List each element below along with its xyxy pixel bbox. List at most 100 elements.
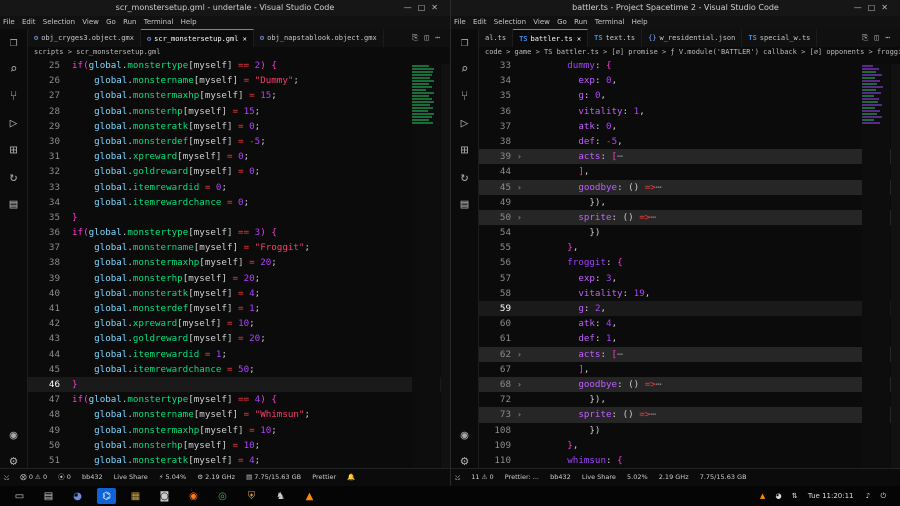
problems-status[interactable]: ⨂ 0 ⚠ 0 bbox=[20, 473, 47, 481]
explorer-icon[interactable]: ❐ bbox=[451, 29, 478, 56]
tab-text-ts[interactable]: TS text.ts bbox=[588, 29, 643, 47]
run-debug-icon[interactable]: ▷ bbox=[451, 110, 478, 137]
code-line: 56 froggit: { bbox=[499, 257, 623, 269]
run-debug-icon[interactable]: ▷ bbox=[0, 110, 27, 137]
game-icon[interactable]: ♞ bbox=[271, 488, 290, 504]
live-share-status[interactable]: Live Share bbox=[582, 473, 616, 481]
code-line: 108 }) bbox=[494, 424, 601, 436]
menu-edit[interactable]: Edit bbox=[473, 18, 487, 26]
menu-run[interactable]: Run bbox=[574, 18, 587, 26]
ports-status[interactable]: ⦿ 0 bbox=[58, 473, 71, 481]
branch-status[interactable]: bb432 bbox=[550, 473, 571, 481]
right-window-controls[interactable]: —□✕ bbox=[854, 0, 894, 16]
code-line-folded: 68 › goodbye: () =>⋯ bbox=[479, 376, 900, 393]
code-line: 55 }, bbox=[499, 242, 579, 254]
menu-file[interactable]: File bbox=[3, 18, 15, 26]
menu-edit[interactable]: Edit bbox=[22, 18, 36, 26]
code-line: 41 global.monsterdef[myself] = 1; bbox=[48, 303, 261, 314]
menu-view[interactable]: View bbox=[533, 18, 550, 26]
right-breadcrumb[interactable]: code > game > TS battler.ts > [∅] promis… bbox=[479, 47, 900, 58]
left-menu-bar: File Edit Selection View Go Run Terminal… bbox=[0, 16, 450, 29]
memory-status: ▤ 7.75/15.63 GB bbox=[246, 473, 302, 481]
tab-special-w-ts[interactable]: TS special_w.ts bbox=[742, 29, 818, 47]
menu-help[interactable]: Help bbox=[181, 18, 197, 26]
extensions-icon[interactable]: ⊞ bbox=[0, 137, 27, 164]
menu-run[interactable]: Run bbox=[123, 18, 136, 26]
right-scrollbar[interactable] bbox=[891, 64, 900, 469]
network-icon[interactable]: ⇅ bbox=[792, 492, 802, 500]
search-icon[interactable]: ⌕ bbox=[451, 56, 478, 83]
menu-selection[interactable]: Selection bbox=[43, 18, 75, 26]
book-icon[interactable]: ▤ bbox=[0, 191, 27, 218]
menu-terminal[interactable]: Terminal bbox=[595, 18, 625, 26]
source-control-icon[interactable]: ⑂ bbox=[451, 83, 478, 110]
remote-icon[interactable]: ⤩ bbox=[455, 473, 460, 481]
cpu-status: 5.02% bbox=[627, 473, 648, 481]
volume-icon[interactable]: ♪ bbox=[866, 492, 874, 500]
left-window-controls[interactable]: —□✕ bbox=[404, 0, 444, 16]
left-breadcrumb[interactable]: scripts > scr_monstersetup.gml bbox=[28, 47, 450, 58]
menu-go[interactable]: Go bbox=[557, 18, 567, 26]
live-share-icon[interactable]: ↻ bbox=[0, 164, 27, 191]
clock[interactable]: Tue 11:20:11 bbox=[808, 492, 854, 500]
menu-view[interactable]: View bbox=[82, 18, 99, 26]
code-line: 48 global.monstername[myself] = "Whimsun… bbox=[48, 409, 310, 421]
power-icon[interactable]: ⏻ bbox=[880, 492, 890, 500]
book-icon[interactable]: ▤ bbox=[451, 191, 478, 218]
vscode-icon[interactable]: ⌬ bbox=[97, 488, 116, 504]
code-line: 51 global.monsteratk[myself] = 4; bbox=[48, 454, 261, 466]
menu-go[interactable]: Go bbox=[106, 18, 116, 26]
live-share-status[interactable]: Live Share bbox=[114, 473, 148, 481]
live-share-icon[interactable]: ↻ bbox=[451, 164, 478, 191]
menu-file[interactable]: File bbox=[454, 18, 466, 26]
tab-al-ts[interactable]: al.ts bbox=[479, 29, 514, 47]
code-line: 40 global.monsteratk[myself] = 4; bbox=[48, 287, 261, 299]
problems-status[interactable]: 11 ⚠ 0 bbox=[471, 473, 493, 481]
menu-terminal[interactable]: Terminal bbox=[144, 18, 174, 26]
code-line: 35} bbox=[48, 211, 78, 223]
left-scrollbar[interactable] bbox=[441, 64, 450, 469]
code-line: 38 global.monstermaxhp[myself] = 20; bbox=[48, 257, 277, 269]
source-control-icon[interactable]: ⑂ bbox=[0, 83, 27, 110]
files-icon[interactable]: ▤ bbox=[39, 488, 58, 504]
tab-obj-cryges3[interactable]: ⚙ obj_cryges3.object.gmx bbox=[28, 29, 141, 47]
account-icon[interactable]: ◉ bbox=[451, 422, 478, 449]
menu-help[interactable]: Help bbox=[632, 18, 648, 26]
editor-actions[interactable]: ⎘◫⋯ bbox=[407, 29, 446, 47]
remote-icon[interactable]: ⤩ bbox=[4, 473, 9, 481]
archive-icon[interactable]: ▦ bbox=[126, 488, 145, 504]
discord-tray-icon[interactable]: ◕ bbox=[775, 492, 785, 500]
code-line-folded: 45 › goodbye: () =>⋯ bbox=[479, 179, 900, 195]
tab-w-residential-json[interactable]: {} w_residential.json bbox=[642, 29, 743, 47]
tab-scr-monstersetup[interactable]: ⚙ scr_monstersetup.gml ✕ bbox=[140, 29, 254, 47]
code-line: 60 atk: 4, bbox=[499, 318, 618, 330]
vlc-tray-icon[interactable]: ▲ bbox=[760, 492, 769, 500]
explorer-icon[interactable]: ❐ bbox=[0, 29, 27, 56]
firefox-icon[interactable]: ◉ bbox=[184, 488, 203, 504]
code-line: 32 global.goldreward[myself] = 0; bbox=[48, 166, 261, 178]
extensions-icon[interactable]: ⊞ bbox=[451, 137, 478, 164]
right-minimap[interactable] bbox=[862, 64, 890, 469]
prettier-status[interactable]: Prettier: ... bbox=[505, 473, 539, 481]
editor-actions[interactable]: ⎘◫⋯ bbox=[857, 29, 896, 47]
app-icon[interactable]: ◙ bbox=[155, 488, 174, 504]
menu-selection[interactable]: Selection bbox=[494, 18, 526, 26]
right-code-area[interactable]: 33 dummy: { 34 exp: 0, 35 g: 0, 36 vital… bbox=[479, 58, 900, 469]
chrome-icon[interactable]: ◎ bbox=[213, 488, 232, 504]
tab-obj-napstablook[interactable]: ⚙ obj_napstablook.object.gmx bbox=[254, 29, 384, 47]
account-icon[interactable]: ◉ bbox=[0, 422, 27, 449]
discord-icon[interactable]: ◕ bbox=[68, 488, 87, 504]
left-minimap[interactable] bbox=[412, 64, 440, 469]
terminal-icon[interactable]: ▭ bbox=[10, 488, 29, 504]
shield-app-icon[interactable]: ⛨ bbox=[242, 488, 261, 504]
code-line: 44 ], bbox=[499, 166, 590, 178]
tab-battler-ts[interactable]: TS battler.ts ✕ bbox=[513, 29, 589, 47]
branch-status[interactable]: bb432 bbox=[82, 473, 103, 481]
code-line: 33 dummy: { bbox=[499, 60, 612, 71]
search-icon[interactable]: ⌕ bbox=[0, 56, 27, 83]
left-code-area[interactable]: 25 if(global.monstertype[myself] == 2) { … bbox=[28, 58, 450, 469]
notification-icon[interactable]: 🔔 bbox=[347, 473, 355, 481]
prettier-status[interactable]: Prettier bbox=[312, 473, 336, 481]
right-tab-bar: al.ts TS battler.ts ✕ TS text.ts {} w_resid… bbox=[479, 29, 900, 47]
vlc-icon[interactable]: ▲ bbox=[300, 488, 319, 504]
